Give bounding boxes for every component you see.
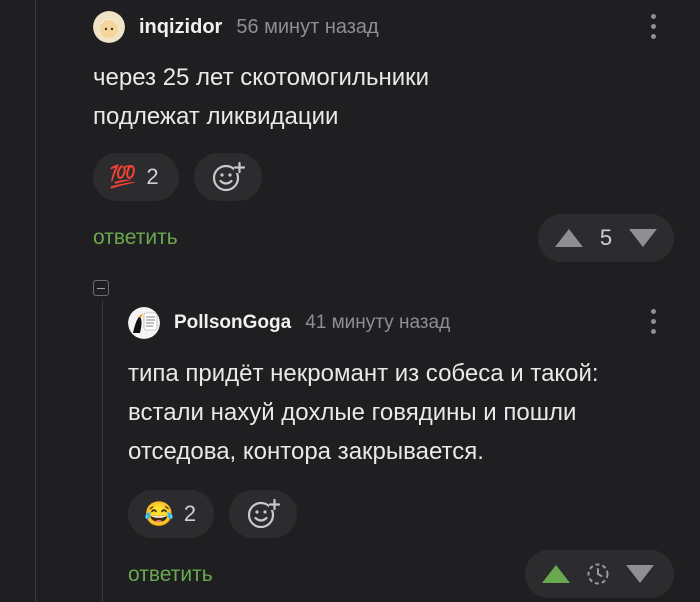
smiley-plus-icon — [212, 161, 245, 192]
kebab-menu-icon[interactable] — [651, 309, 656, 334]
avatar[interactable] — [128, 307, 160, 339]
laughing-face-icon: 😂 — [144, 500, 174, 528]
comment-header: PollsonGoga 41 минуту назад — [128, 307, 450, 339]
add-reaction-button[interactable] — [194, 153, 262, 201]
vote-control: 5 — [538, 214, 674, 262]
triangle-down-icon[interactable] — [625, 564, 655, 584]
comment-text-line: через 25 лет скотомогильники — [93, 64, 430, 91]
thread-line — [35, 0, 36, 602]
comment-header: inqizidor 56 минут назад — [93, 11, 379, 43]
reply-button[interactable]: ответить — [93, 226, 178, 250]
kebab-menu-icon[interactable] — [651, 14, 656, 39]
comment-text-line: подлежат ликвидации — [93, 103, 339, 130]
collapse-thread-button[interactable] — [93, 280, 109, 296]
reaction-chip[interactable]: 💯 2 — [93, 153, 179, 201]
username[interactable]: PollsonGoga — [174, 312, 291, 334]
timestamp[interactable]: 41 минуту назад — [305, 312, 450, 334]
comment-text-line: отседова, контора закрывается. — [128, 438, 484, 465]
vote-control — [525, 550, 674, 598]
comment-text-line: встали нахуй дохлые говядины и пошли — [128, 399, 577, 426]
comment-text: типа придёт некромант из собеса и такой:… — [128, 354, 599, 471]
triangle-down-icon[interactable] — [628, 228, 658, 248]
reaction-count: 2 — [183, 501, 197, 526]
reaction-chip[interactable]: 😂 2 — [128, 490, 214, 538]
comment-text: через 25 лет скотомогильники подлежат ли… — [93, 58, 429, 136]
triangle-up-icon[interactable] — [541, 564, 571, 584]
reaction-count: 2 — [146, 164, 159, 189]
reply-button[interactable]: ответить — [128, 563, 213, 587]
hundred-points-icon: 💯 — [109, 164, 137, 189]
add-reaction-button[interactable] — [229, 490, 297, 538]
comment-text-line: типа придёт некромант из собеса и такой: — [128, 360, 599, 387]
triangle-up-icon[interactable] — [554, 228, 584, 248]
vote-count: 5 — [599, 225, 613, 250]
thread-line — [102, 300, 103, 602]
clock-dashed-icon — [587, 563, 609, 585]
avatar[interactable] — [93, 11, 125, 43]
timestamp[interactable]: 56 минут назад — [236, 16, 378, 39]
smiley-plus-icon — [247, 498, 280, 529]
username[interactable]: inqizidor — [139, 16, 222, 39]
